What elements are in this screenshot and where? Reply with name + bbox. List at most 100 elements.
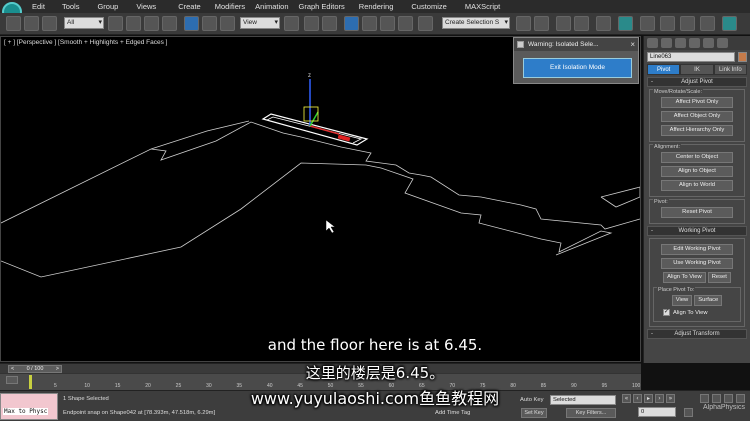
align-reset-row: Align To View Reset (653, 272, 741, 283)
unlink-icon[interactable] (24, 16, 39, 31)
curve-editor-icon[interactable] (596, 16, 611, 31)
menu-maxscript[interactable]: MAXScript (465, 2, 500, 11)
material-editor-icon[interactable] (640, 16, 655, 31)
rendered-frame-icon[interactable] (680, 16, 695, 31)
app-window: Edit Tools Group Views Create Modifiers … (0, 0, 750, 421)
keyboard-shortcut-icon[interactable] (322, 16, 337, 31)
floor-outline-inner (150, 120, 250, 150)
menu-tools[interactable]: Tools (62, 2, 80, 11)
working-pivot-group: Edit Working Pivot Use Working Pivot Ali… (649, 238, 745, 327)
object-color-swatch[interactable] (738, 52, 747, 62)
edit-named-selection-icon[interactable] (418, 16, 433, 31)
key-filters-button[interactable]: Key Filters... (566, 408, 616, 418)
menu-rendering[interactable]: Rendering (359, 2, 394, 11)
affect-pivot-only-button[interactable]: Affect Pivot Only (661, 97, 733, 108)
render-production-icon[interactable] (700, 16, 715, 31)
object-name-field[interactable]: Line063 (647, 52, 735, 62)
listener-text[interactable]: Max to Physc (3, 408, 49, 415)
pivot-center-icon[interactable] (284, 16, 299, 31)
display-tab-icon[interactable] (703, 38, 714, 48)
selection-filter-dropdown[interactable]: All (64, 17, 104, 29)
spinner-snap-icon[interactable] (398, 16, 413, 31)
menu-views[interactable]: Views (136, 2, 156, 11)
move-rotate-scale-label: Move/Rotate/Scale: (653, 89, 703, 95)
tab-link-info[interactable]: Link Info (713, 64, 747, 75)
checkbox-checked-icon[interactable] (663, 308, 670, 316)
gizmo-plane-box (303, 106, 319, 122)
set-key-button[interactable]: Set Key (521, 408, 547, 418)
render-teapot-icon[interactable] (722, 16, 737, 31)
reset-pivot-button[interactable]: Reset Pivot (661, 207, 733, 218)
align-to-view-button[interactable]: Align To View (663, 272, 706, 283)
align-to-view-checkbox[interactable]: Align To View (663, 308, 731, 316)
select-by-name-icon[interactable] (126, 16, 141, 31)
align-to-world-button[interactable]: Align to World (661, 180, 733, 191)
create-tab-icon[interactable] (647, 38, 658, 48)
mirror-icon[interactable] (516, 16, 531, 31)
schematic-view-icon[interactable] (618, 16, 633, 31)
watermark: AlphaPhysics (702, 404, 745, 411)
alignment-group: Alignment: Center to Object Align to Obj… (649, 144, 745, 197)
layer-manager-icon[interactable] (556, 16, 571, 31)
named-selection-dropdown[interactable]: Create Selection S (442, 17, 510, 29)
select-rotate-icon[interactable] (202, 16, 217, 31)
align-icon[interactable] (534, 16, 549, 31)
dialog-title-bar[interactable]: Warning: Isolated Sele... × (514, 38, 638, 51)
menu-create[interactable]: Create (178, 2, 201, 11)
main-toolbar: All View Create Selection S (0, 13, 750, 35)
bind-spacewarp-icon[interactable] (42, 16, 57, 31)
perspective-viewport[interactable]: [ + ] [Perspective ] [Smooth + Highlight… (0, 36, 641, 362)
affect-hierarchy-only-button[interactable]: Affect Hierarchy Only (661, 125, 733, 136)
tab-ik[interactable]: IK (680, 64, 714, 75)
select-manipulate-icon[interactable] (304, 16, 319, 31)
center-to-object-button[interactable]: Center to Object (661, 152, 733, 163)
snaps-toggle-icon[interactable] (344, 16, 359, 31)
gizmo-z-label: z (308, 73, 311, 79)
select-object-icon[interactable] (108, 16, 123, 31)
hierarchy-tab-icon[interactable] (675, 38, 686, 48)
dialog-title: Warning: Isolated Sele... (528, 41, 599, 48)
graphite-ribbon-icon[interactable] (574, 16, 589, 31)
tab-pivot[interactable]: Pivot (647, 64, 681, 75)
angle-snap-icon[interactable] (362, 16, 377, 31)
utilities-tab-icon[interactable] (717, 38, 728, 48)
working-pivot-rollout-header[interactable]: Working Pivot (647, 226, 747, 236)
menu-group[interactable]: Group (97, 2, 118, 11)
floor-outline-left (1, 121, 640, 230)
edit-working-pivot-button[interactable]: Edit Working Pivot (661, 244, 733, 255)
link-icon[interactable] (6, 16, 21, 31)
menu-graph-editors[interactable]: Graph Editors (299, 2, 345, 11)
command-panel: Line063 Pivot IK Link Info Adjust Pivot … (643, 36, 750, 363)
window-icon (517, 41, 524, 48)
view-button[interactable]: View (671, 295, 693, 306)
motion-tab-icon[interactable] (689, 38, 700, 48)
exit-isolation-button[interactable]: Exit Isolation Mode (523, 58, 632, 78)
reference-coordinate-dropdown[interactable]: View (240, 17, 280, 29)
time-config-icon[interactable] (684, 408, 693, 417)
menu-animation[interactable]: Animation (255, 2, 288, 11)
window-crossing-icon[interactable] (162, 16, 177, 31)
render-setup-icon[interactable] (660, 16, 675, 31)
select-move-icon[interactable] (184, 16, 199, 31)
reset-working-pivot-button[interactable]: Reset (707, 272, 731, 283)
modify-tab-icon[interactable] (661, 38, 672, 48)
adjust-pivot-rollout-header[interactable]: Adjust Pivot (647, 77, 747, 87)
align-to-object-button[interactable]: Align to Object (661, 166, 733, 177)
surface-button[interactable]: Surface (694, 295, 723, 306)
affect-object-only-button[interactable]: Affect Object Only (661, 111, 733, 122)
use-working-pivot-button[interactable]: Use Working Pivot (661, 258, 733, 269)
close-icon[interactable]: × (630, 38, 635, 51)
align-to-view-checkbox-label: Align To View (673, 309, 708, 316)
menu-customize[interactable]: Customize (411, 2, 446, 11)
percent-snap-icon[interactable] (380, 16, 395, 31)
place-pivot-row: View Surface (657, 295, 737, 306)
add-time-tag[interactable]: Add Time Tag (435, 410, 470, 416)
select-scale-icon[interactable] (220, 16, 235, 31)
gizmo-y-axis (309, 111, 319, 127)
floor-outline-right (600, 186, 640, 208)
menu-edit[interactable]: Edit (32, 2, 45, 11)
place-pivot-label: Place Pivot To: (657, 287, 696, 293)
rectangle-selection-icon[interactable] (144, 16, 159, 31)
mouse-cursor-icon (325, 219, 336, 234)
menu-modifiers[interactable]: Modifiers (215, 2, 245, 11)
